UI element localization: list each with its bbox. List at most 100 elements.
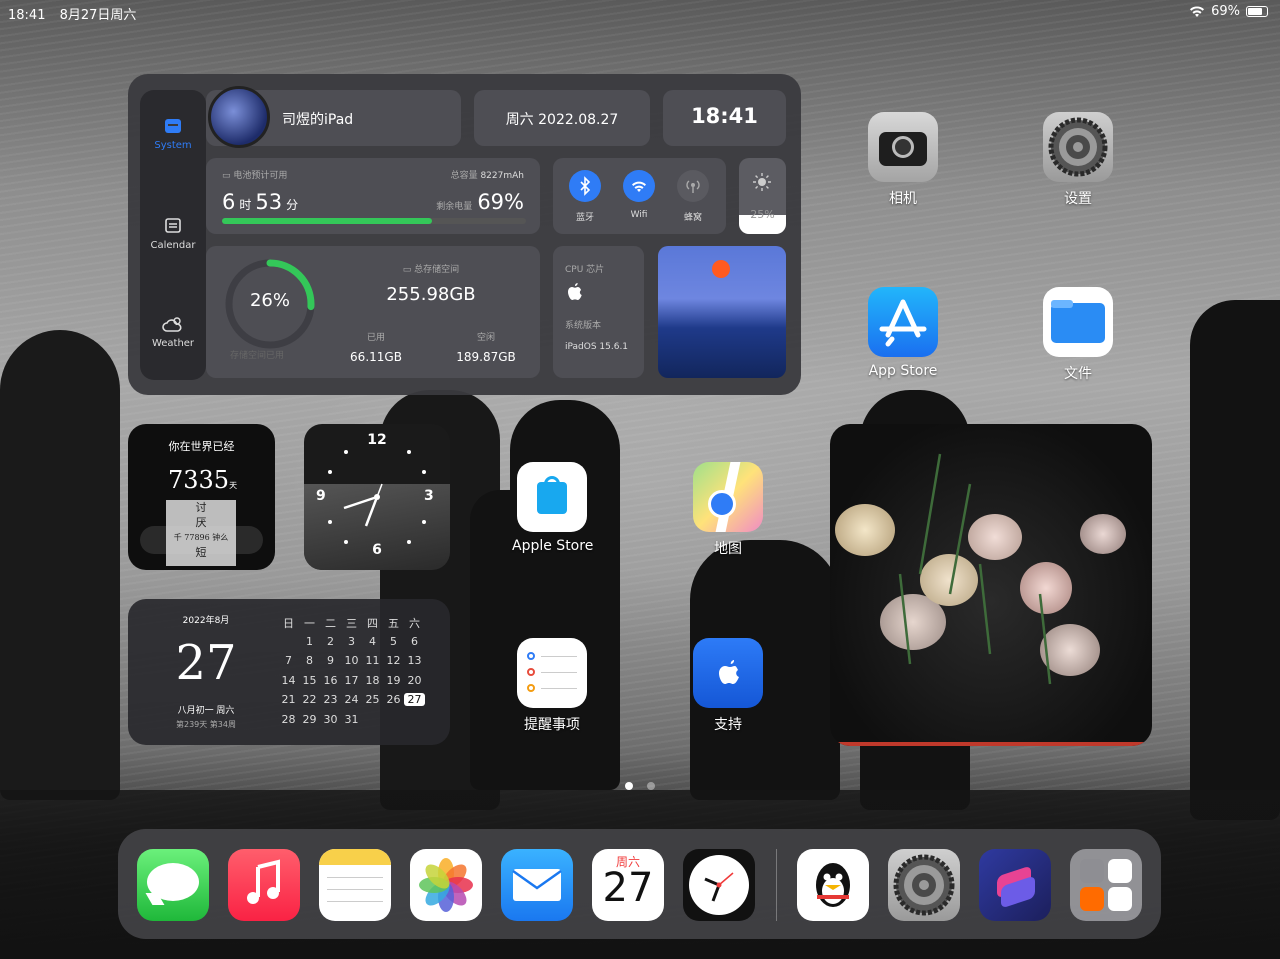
- clock-widget[interactable]: 12 3 6 9: [304, 424, 450, 570]
- battery-bar: [222, 218, 526, 224]
- calendar-date[interactable]: 27: [404, 693, 425, 706]
- maps-icon: [693, 462, 763, 532]
- time-tile: 18:41: [663, 90, 786, 146]
- calendar-date[interactable]: 22: [299, 693, 320, 706]
- calendar-date[interactable]: 10: [341, 654, 362, 667]
- page-dot[interactable]: [647, 782, 655, 790]
- system-widget[interactable]: System Calendar Weather 司煜的iPad 周六 2022.…: [128, 74, 801, 395]
- battery-tile: ▭ 电池预计可用 6 时 53 分 总容量 8227mAh 剩余电量 69%: [206, 158, 540, 234]
- calendar-date[interactable]: 4: [362, 635, 383, 648]
- calendar-day: 27: [175, 635, 237, 691]
- calendar-date[interactable]: 24: [341, 693, 362, 706]
- sun-icon: [753, 173, 771, 191]
- calendar-date[interactable]: 17: [341, 674, 362, 687]
- calendar-date[interactable]: 23: [320, 693, 341, 706]
- cpu-tile: CPU 芯片 系统版本 iPadOS 15.6.1: [553, 246, 644, 378]
- calendar-date[interactable]: 26: [383, 693, 404, 706]
- calendar-date[interactable]: 16: [320, 674, 341, 687]
- calendar-date[interactable]: 30: [320, 713, 341, 726]
- calendar-date[interactable]: 19: [383, 674, 404, 687]
- app-files[interactable]: 文件: [1042, 287, 1114, 383]
- calendar-date[interactable]: 29: [299, 713, 320, 726]
- app-label: 文件: [1064, 366, 1092, 382]
- shortcuts-icon[interactable]: [979, 849, 1051, 921]
- app-camera[interactable]: 相机: [867, 112, 939, 208]
- apple-logo-icon: [568, 283, 582, 300]
- bluetooth-toggle[interactable]: [569, 170, 601, 202]
- calendar-date[interactable]: 18: [362, 674, 383, 687]
- calendar-date[interactable]: 20: [404, 674, 425, 687]
- apple-store-icon: [517, 462, 587, 532]
- calendar-date[interactable]: 11: [362, 654, 383, 667]
- toggle-label: 蜂窝: [683, 213, 702, 223]
- calendar-date[interactable]: 12: [383, 654, 404, 667]
- app-support[interactable]: 支持: [692, 638, 764, 734]
- app-label: 地图: [714, 541, 742, 557]
- calendar-week-row: 21 22 23 24 25 26 27: [278, 693, 425, 713]
- storage-total-label: ▭ 总存储空间: [402, 265, 460, 275]
- calendar-date[interactable]: 13: [404, 654, 425, 667]
- app-maps[interactable]: 地图: [692, 462, 764, 558]
- music-icon[interactable]: [228, 849, 300, 921]
- calendar-widget[interactable]: 2022年8月 27 八月初一 周六 第239天 第34周 日一二三四五六123…: [128, 599, 450, 745]
- battery-capacity: 总容量 8227mAh: [450, 171, 524, 181]
- photo-widget[interactable]: [830, 424, 1152, 746]
- system-icon: [165, 119, 181, 133]
- calendar-weekday: 四: [367, 617, 378, 630]
- notes-icon[interactable]: [319, 849, 391, 921]
- wifi-toggle[interactable]: [623, 170, 655, 202]
- calendar-date[interactable]: 15: [299, 674, 320, 687]
- sun-photo-element: [712, 260, 730, 278]
- page-dot-active[interactable]: [625, 782, 633, 790]
- support-icon: [693, 638, 763, 708]
- folder-icon[interactable]: [1070, 849, 1142, 921]
- messages-icon[interactable]: [137, 849, 209, 921]
- sidebar-item-label: Weather: [151, 338, 195, 349]
- calendar-date[interactable]: 9: [320, 654, 341, 667]
- wifi-icon: [1190, 5, 1205, 17]
- calendar-date[interactable]: 28: [278, 713, 299, 726]
- status-date: 8月27日周六: [59, 8, 137, 23]
- files-icon: [1043, 287, 1113, 357]
- calendar-date[interactable]: 1: [299, 635, 320, 648]
- sidebar-item-label: System: [154, 140, 192, 151]
- app-reminders[interactable]: 提醒事项: [516, 638, 588, 734]
- calendar-grid: 日一二三四五六 1 2 3 4 5 6 7 8 9 10 11 12 13 14 15 16 17 18 19 20 21…: [278, 615, 425, 732]
- sidebar-item-system[interactable]: System: [140, 118, 206, 151]
- days-widget[interactable]: 你在世界已经 7335天 讨 厌 千 77896 钟么 短: [128, 424, 275, 570]
- storage-used-label: 已用: [366, 333, 385, 343]
- calendar-icon: [165, 218, 181, 233]
- storage-tile: 26% 存储空间已用 ▭ 总存储空间 255.98GB 已用 空闲 66.11G…: [206, 246, 540, 378]
- battery-estimate: 6 时 53 分: [222, 190, 299, 214]
- calendar-weekday: 五: [388, 617, 399, 630]
- calendar-date[interactable]: 2: [320, 635, 341, 648]
- app-app-store[interactable]: App Store: [867, 287, 939, 379]
- calendar-icon[interactable]: 周六 27: [592, 849, 664, 921]
- calendar-date[interactable]: 31: [341, 713, 362, 726]
- calendar-date[interactable]: 8: [299, 654, 320, 667]
- calendar-date[interactable]: 25: [362, 693, 383, 706]
- brightness-slider[interactable]: 25%: [739, 158, 786, 234]
- sidebar-item-weather[interactable]: Weather: [140, 316, 206, 349]
- calendar-date[interactable]: 5: [383, 635, 404, 648]
- cellular-toggle[interactable]: [677, 170, 709, 202]
- qq-icon[interactable]: [797, 849, 869, 921]
- calendar-date[interactable]: 21: [278, 693, 299, 706]
- photos-icon[interactable]: [410, 849, 482, 921]
- settings-icon[interactable]: [888, 849, 960, 921]
- calendar-date[interactable]: 6: [404, 635, 425, 648]
- sidebar-item-calendar[interactable]: Calendar: [140, 216, 206, 251]
- clock-icon[interactable]: [683, 849, 755, 921]
- calendar-date[interactable]: 14: [278, 674, 299, 687]
- app-apple-store[interactable]: Apple Store: [512, 462, 593, 554]
- app-settings[interactable]: 设置: [1042, 112, 1114, 208]
- calendar-week-row: 14 15 16 17 18 19 20: [278, 674, 425, 694]
- dock-divider: [776, 849, 777, 921]
- device-name: 司煜的iPad: [282, 112, 354, 128]
- mail-icon[interactable]: [501, 849, 573, 921]
- silhouette: [0, 330, 120, 800]
- calendar-month: 2022年8月: [182, 616, 230, 626]
- calendar-date[interactable]: 3: [341, 635, 362, 648]
- weather-icon: [162, 317, 182, 332]
- calendar-date[interactable]: 7: [278, 654, 299, 667]
